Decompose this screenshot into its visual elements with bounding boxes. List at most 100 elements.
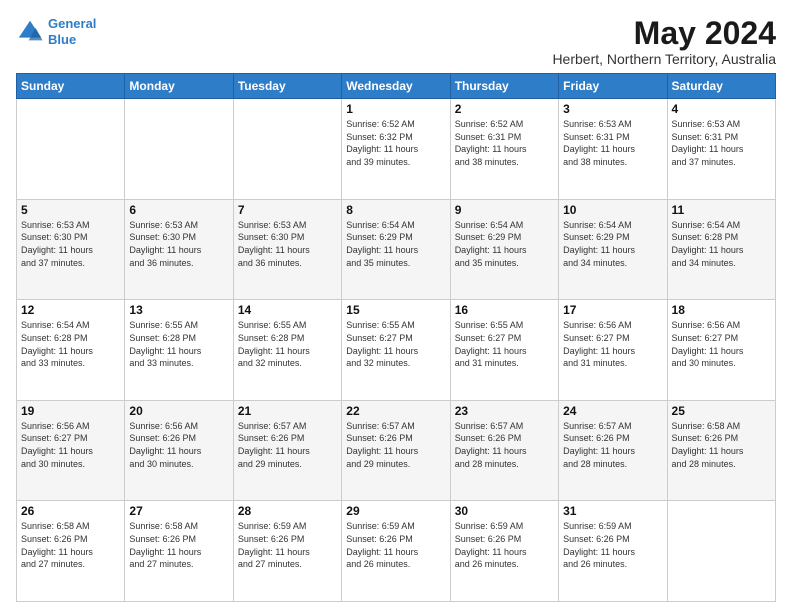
calendar-week-1: 5 Sunrise: 6:53 AM Sunset: 6:30 PM Daylig…	[17, 199, 776, 300]
logo-icon	[16, 18, 44, 46]
calendar-week-3: 19 Sunrise: 6:56 AM Sunset: 6:27 PM Dayli…	[17, 400, 776, 501]
calendar-header-saturday: Saturday	[667, 74, 775, 99]
day-info: Sunrise: 6:54 AM Sunset: 6:29 PM Dayligh…	[455, 219, 554, 269]
day-number: 18	[672, 303, 771, 317]
logo-text: General Blue	[48, 16, 96, 47]
day-number: 10	[563, 203, 662, 217]
calendar-cell: 27Sunrise: 6:58 AM Sunset: 6:26 PM Dayli…	[125, 501, 233, 602]
day-info: Sunrise: 6:57 AM Sunset: 6:26 PM Dayligh…	[455, 420, 554, 470]
day-info: Sunrise: 6:53 AM Sunset: 6:30 PM Dayligh…	[129, 219, 228, 269]
day-number: 7	[238, 203, 337, 217]
calendar-week-4: 26 Sunrise: 6:58 AM Sunset: 6:26 PM Dayli…	[17, 501, 776, 602]
calendar-cell: 8 Sunrise: 6:54 AM Sunset: 6:29 PM Daylig…	[342, 199, 450, 300]
calendar-header-friday: Friday	[559, 74, 667, 99]
calendar-cell: 22 Sunrise: 6:57 AM Sunset: 6:26 PM Dayli…	[342, 400, 450, 501]
calendar-cell: 31 Sunrise: 6:59 AM Sunset: 6:26 PM Dayli…	[559, 501, 667, 602]
day-info: Sunrise: 6:57 AM Sunset: 6:26 PM Dayligh…	[563, 420, 662, 470]
calendar-header-tuesday: Tuesday	[233, 74, 341, 99]
day-info: Sunrise: 6:52 AM Sunset: 6:31 PM Dayligh…	[455, 118, 554, 168]
calendar-header-row: SundayMondayTuesdayWednesdayThursdayFrid…	[17, 74, 776, 99]
day-info: Sunrise: 6:56 AM Sunset: 6:27 PM Dayligh…	[563, 319, 662, 369]
calendar-table: SundayMondayTuesdayWednesdayThursdayFrid…	[16, 73, 776, 602]
day-number: 12	[21, 303, 120, 317]
day-info: Sunrise: 6:54 AM Sunset: 6:28 PM Dayligh…	[21, 319, 120, 369]
day-number: 9	[455, 203, 554, 217]
day-number: 30	[455, 504, 554, 518]
calendar-cell: 25 Sunrise: 6:58 AM Sunset: 6:26 PM Dayli…	[667, 400, 775, 501]
day-number: 22	[346, 404, 445, 418]
calendar-cell: 7 Sunrise: 6:53 AM Sunset: 6:30 PM Daylig…	[233, 199, 341, 300]
calendar-cell	[17, 99, 125, 200]
calendar-cell: 15Sunrise: 6:55 AM Sunset: 6:27 PM Dayli…	[342, 300, 450, 401]
calendar-cell: 2 Sunrise: 6:52 AM Sunset: 6:31 PM Daylig…	[450, 99, 558, 200]
day-number: 20	[129, 404, 228, 418]
day-number: 6	[129, 203, 228, 217]
day-info: Sunrise: 6:53 AM Sunset: 6:31 PM Dayligh…	[672, 118, 771, 168]
day-info: Sunrise: 6:59 AM Sunset: 6:26 PM Dayligh…	[346, 520, 445, 570]
day-info: Sunrise: 6:58 AM Sunset: 6:26 PM Dayligh…	[672, 420, 771, 470]
calendar-header-thursday: Thursday	[450, 74, 558, 99]
day-info: Sunrise: 6:52 AM Sunset: 6:32 PM Dayligh…	[346, 118, 445, 168]
calendar-cell: 21 Sunrise: 6:57 AM Sunset: 6:26 PM Dayli…	[233, 400, 341, 501]
day-info: Sunrise: 6:56 AM Sunset: 6:26 PM Dayligh…	[129, 420, 228, 470]
calendar-cell: 20 Sunrise: 6:56 AM Sunset: 6:26 PM Dayli…	[125, 400, 233, 501]
day-number: 29	[346, 504, 445, 518]
day-info: Sunrise: 6:59 AM Sunset: 6:26 PM Dayligh…	[238, 520, 337, 570]
calendar-cell: 14Sunrise: 6:55 AM Sunset: 6:28 PM Dayli…	[233, 300, 341, 401]
day-info: Sunrise: 6:55 AM Sunset: 6:28 PM Dayligh…	[238, 319, 337, 369]
day-info: Sunrise: 6:54 AM Sunset: 6:29 PM Dayligh…	[346, 219, 445, 269]
calendar-cell: 9 Sunrise: 6:54 AM Sunset: 6:29 PM Daylig…	[450, 199, 558, 300]
logo-general: General	[48, 16, 96, 31]
day-number: 4	[672, 102, 771, 116]
calendar-cell: 29 Sunrise: 6:59 AM Sunset: 6:26 PM Dayli…	[342, 501, 450, 602]
calendar-cell: 18 Sunrise: 6:56 AM Sunset: 6:27 PM Dayli…	[667, 300, 775, 401]
title-block: May 2024 Herbert, Northern Territory, Au…	[552, 16, 776, 67]
day-number: 19	[21, 404, 120, 418]
page: General Blue May 2024 Herbert, Northern …	[0, 0, 792, 612]
day-info: Sunrise: 6:53 AM Sunset: 6:31 PM Dayligh…	[563, 118, 662, 168]
day-info: Sunrise: 6:53 AM Sunset: 6:30 PM Dayligh…	[238, 219, 337, 269]
calendar-cell: 23Sunrise: 6:57 AM Sunset: 6:26 PM Dayli…	[450, 400, 558, 501]
calendar-cell: 24Sunrise: 6:57 AM Sunset: 6:26 PM Dayli…	[559, 400, 667, 501]
day-number: 21	[238, 404, 337, 418]
day-info: Sunrise: 6:54 AM Sunset: 6:28 PM Dayligh…	[672, 219, 771, 269]
day-info: Sunrise: 6:57 AM Sunset: 6:26 PM Dayligh…	[238, 420, 337, 470]
day-number: 13	[129, 303, 228, 317]
calendar-cell: 5 Sunrise: 6:53 AM Sunset: 6:30 PM Daylig…	[17, 199, 125, 300]
calendar-cell	[125, 99, 233, 200]
day-number: 26	[21, 504, 120, 518]
calendar-cell: 28Sunrise: 6:59 AM Sunset: 6:26 PM Dayli…	[233, 501, 341, 602]
calendar-cell: 10 Sunrise: 6:54 AM Sunset: 6:29 PM Dayli…	[559, 199, 667, 300]
header: General Blue May 2024 Herbert, Northern …	[16, 16, 776, 67]
day-info: Sunrise: 6:57 AM Sunset: 6:26 PM Dayligh…	[346, 420, 445, 470]
calendar-cell	[667, 501, 775, 602]
day-number: 11	[672, 203, 771, 217]
day-number: 16	[455, 303, 554, 317]
day-number: 5	[21, 203, 120, 217]
day-number: 8	[346, 203, 445, 217]
day-info: Sunrise: 6:56 AM Sunset: 6:27 PM Dayligh…	[21, 420, 120, 470]
main-title: May 2024	[552, 16, 776, 51]
day-number: 27	[129, 504, 228, 518]
day-info: Sunrise: 6:59 AM Sunset: 6:26 PM Dayligh…	[563, 520, 662, 570]
calendar-cell: 16Sunrise: 6:55 AM Sunset: 6:27 PM Dayli…	[450, 300, 558, 401]
day-info: Sunrise: 6:56 AM Sunset: 6:27 PM Dayligh…	[672, 319, 771, 369]
calendar-header-sunday: Sunday	[17, 74, 125, 99]
calendar-cell: 13Sunrise: 6:55 AM Sunset: 6:28 PM Dayli…	[125, 300, 233, 401]
calendar-cell: 17Sunrise: 6:56 AM Sunset: 6:27 PM Dayli…	[559, 300, 667, 401]
calendar-header-monday: Monday	[125, 74, 233, 99]
day-number: 31	[563, 504, 662, 518]
logo: General Blue	[16, 16, 96, 47]
day-info: Sunrise: 6:53 AM Sunset: 6:30 PM Dayligh…	[21, 219, 120, 269]
calendar-week-0: 1 Sunrise: 6:52 AM Sunset: 6:32 PM Daylig…	[17, 99, 776, 200]
day-info: Sunrise: 6:58 AM Sunset: 6:26 PM Dayligh…	[21, 520, 120, 570]
calendar-cell: 19 Sunrise: 6:56 AM Sunset: 6:27 PM Dayli…	[17, 400, 125, 501]
day-number: 1	[346, 102, 445, 116]
day-number: 15	[346, 303, 445, 317]
day-number: 3	[563, 102, 662, 116]
calendar-cell: 11 Sunrise: 6:54 AM Sunset: 6:28 PM Dayli…	[667, 199, 775, 300]
day-number: 2	[455, 102, 554, 116]
day-info: Sunrise: 6:54 AM Sunset: 6:29 PM Dayligh…	[563, 219, 662, 269]
calendar-cell	[233, 99, 341, 200]
day-number: 25	[672, 404, 771, 418]
